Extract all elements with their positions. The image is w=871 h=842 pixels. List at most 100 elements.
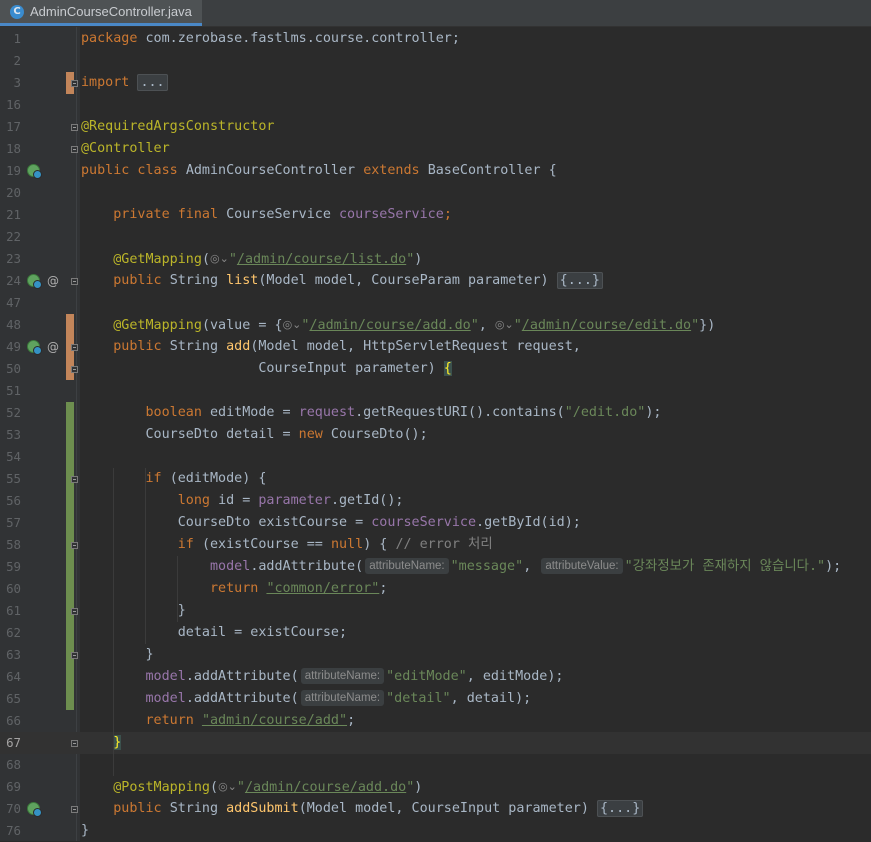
- vcs-added-marker[interactable]: [66, 622, 74, 644]
- code-line[interactable]: 48 @GetMapping(value = {◎⌄"/admin/course…: [0, 314, 871, 336]
- url-globe-icon[interactable]: ◎⌄: [218, 776, 237, 798]
- code-line[interactable]: 55 if (editMode) {: [0, 468, 871, 490]
- url-string-link[interactable]: /admin/course/add.do: [245, 780, 406, 795]
- code-line[interactable]: 67 }: [0, 732, 871, 754]
- code-line[interactable]: 3 import ...: [0, 72, 871, 94]
- url-string-link[interactable]: /admin/course/edit.do: [522, 318, 691, 333]
- fold-marker-icon[interactable]: [71, 608, 78, 615]
- code-text: boolean editMode = request.getRequestURI…: [81, 402, 662, 424]
- fold-marker-icon[interactable]: [71, 124, 78, 131]
- code-line[interactable]: 24 public String list(Model model, Cours…: [0, 270, 871, 292]
- code-token: String: [169, 339, 227, 354]
- line-number: 49: [6, 339, 21, 354]
- code-line[interactable]: 52 boolean editMode = request.getRequest…: [0, 402, 871, 424]
- folded-code-placeholder[interactable]: {...}: [556, 272, 603, 289]
- code-line[interactable]: 63 }: [0, 644, 871, 666]
- code-line[interactable]: 61 }: [0, 600, 871, 622]
- vcs-added-marker[interactable]: [66, 556, 74, 578]
- code-line[interactable]: 49 public String add(Model model, HttpSe…: [0, 336, 871, 358]
- code-text: }: [81, 600, 186, 622]
- code-line[interactable]: 22: [0, 226, 871, 248]
- tab-admin-course-controller[interactable]: C AdminCourseController.java: [0, 0, 202, 26]
- request-mapping-icon[interactable]: @: [47, 270, 59, 292]
- code-line[interactable]: 21 private final CourseService courseSer…: [0, 204, 871, 226]
- vcs-added-marker[interactable]: [66, 424, 74, 446]
- code-line[interactable]: 23 @GetMapping(◎⌄"/admin/course/list.do"…: [0, 248, 871, 270]
- vcs-added-marker[interactable]: [66, 512, 74, 534]
- fold-marker-icon[interactable]: [71, 344, 78, 351]
- fold-marker-icon[interactable]: [71, 740, 78, 747]
- fold-marker-icon[interactable]: [71, 806, 78, 813]
- code-line[interactable]: 57 CourseDto existCourse = courseService…: [0, 512, 871, 534]
- code-line[interactable]: 58 if (existCourse == null) { // error 처…: [0, 534, 871, 556]
- fold-marker-icon[interactable]: [71, 80, 78, 87]
- line-number: 69: [6, 779, 21, 794]
- code-line[interactable]: 50 CourseInput parameter) {: [0, 358, 871, 380]
- code-line[interactable]: 65 model.addAttribute(attributeName: "det…: [0, 688, 871, 710]
- vcs-added-marker[interactable]: [66, 446, 74, 468]
- url-string-link[interactable]: "common/error": [266, 581, 379, 596]
- code-token: (existCourse ==: [201, 537, 331, 552]
- fold-marker-icon[interactable]: [71, 146, 78, 153]
- spring-bean-icon[interactable]: [27, 274, 42, 289]
- code-text: import ...: [81, 72, 168, 94]
- fold-marker-icon[interactable]: [71, 652, 78, 659]
- code-line[interactable]: 60 return "common/error";: [0, 578, 871, 600]
- vcs-added-marker[interactable]: [66, 688, 74, 710]
- code-token: ): [414, 780, 423, 795]
- vcs-added-marker[interactable]: [66, 578, 74, 600]
- code-token: (: [210, 780, 219, 795]
- url-globe-icon[interactable]: ◎⌄: [495, 314, 514, 336]
- code-token: ): [414, 252, 423, 267]
- fold-marker-icon[interactable]: [71, 476, 78, 483]
- code-line[interactable]: 2: [0, 50, 871, 72]
- code-token: @RequiredArgsConstructor: [81, 119, 275, 134]
- folded-code-placeholder[interactable]: {...}: [596, 800, 644, 817]
- fold-marker-icon[interactable]: [71, 542, 78, 549]
- folded-code-placeholder[interactable]: ...: [137, 74, 168, 91]
- code-token: addSubmit: [226, 801, 299, 816]
- code-line[interactable]: 59 model.addAttribute(attributeName: "mes…: [0, 556, 871, 578]
- code-line[interactable]: 56 long id = parameter.getId();: [0, 490, 871, 512]
- code-token: extends: [363, 163, 428, 178]
- code-line[interactable]: 20: [0, 182, 871, 204]
- code-line[interactable]: 47: [0, 292, 871, 314]
- code-token: }: [81, 603, 186, 618]
- code-token: ,: [478, 318, 495, 333]
- code-token: .getById(id);: [476, 515, 581, 530]
- url-string-link[interactable]: /admin/course/add.do: [309, 318, 470, 333]
- code-line[interactable]: 54: [0, 446, 871, 468]
- code-line[interactable]: 1 package com.zerobase.fastlms.course.con…: [0, 28, 871, 50]
- code-line[interactable]: 18 @Controller: [0, 138, 871, 160]
- code-line[interactable]: 19 public class AdminCourseController ext…: [0, 160, 871, 182]
- spring-bean-icon[interactable]: [27, 340, 42, 355]
- code-line[interactable]: 76}: [0, 820, 871, 842]
- code-line[interactable]: 16: [0, 94, 871, 116]
- code-token: if: [177, 537, 202, 552]
- code-line[interactable]: 51: [0, 380, 871, 402]
- url-globe-icon[interactable]: ◎⌄: [283, 314, 302, 336]
- code-token: ) {: [363, 537, 396, 552]
- vcs-added-marker[interactable]: [66, 402, 74, 424]
- url-string-link[interactable]: /admin/course/list.do: [237, 252, 406, 267]
- spring-bean-icon[interactable]: [27, 164, 42, 179]
- spring-bean-icon[interactable]: [27, 802, 42, 817]
- vcs-modified-marker[interactable]: [66, 314, 74, 336]
- request-mapping-icon[interactable]: @: [47, 336, 59, 358]
- url-string-link[interactable]: "admin/course/add": [202, 713, 347, 728]
- code-line[interactable]: 64 model.addAttribute(attributeName: "edi…: [0, 666, 871, 688]
- url-globe-icon[interactable]: ◎⌄: [210, 248, 229, 270]
- fold-marker-icon[interactable]: [71, 278, 78, 285]
- fold-marker-icon[interactable]: [71, 366, 78, 373]
- code-token: .getRequestURI().contains(: [355, 405, 565, 420]
- code-line[interactable]: 66 return "admin/course/add";: [0, 710, 871, 732]
- code-line[interactable]: 62 detail = existCourse;: [0, 622, 871, 644]
- code-line[interactable]: 69 @PostMapping(◎⌄"/admin/course/add.do"…: [0, 776, 871, 798]
- code-line[interactable]: 70 public String addSubmit(Model model, …: [0, 798, 871, 820]
- vcs-added-marker[interactable]: [66, 490, 74, 512]
- vcs-added-marker[interactable]: [66, 666, 74, 688]
- line-number: 68: [6, 757, 21, 772]
- code-line[interactable]: 17 @RequiredArgsConstructor: [0, 116, 871, 138]
- code-line[interactable]: 68: [0, 754, 871, 776]
- code-line[interactable]: 53 CourseDto detail = new CourseDto();: [0, 424, 871, 446]
